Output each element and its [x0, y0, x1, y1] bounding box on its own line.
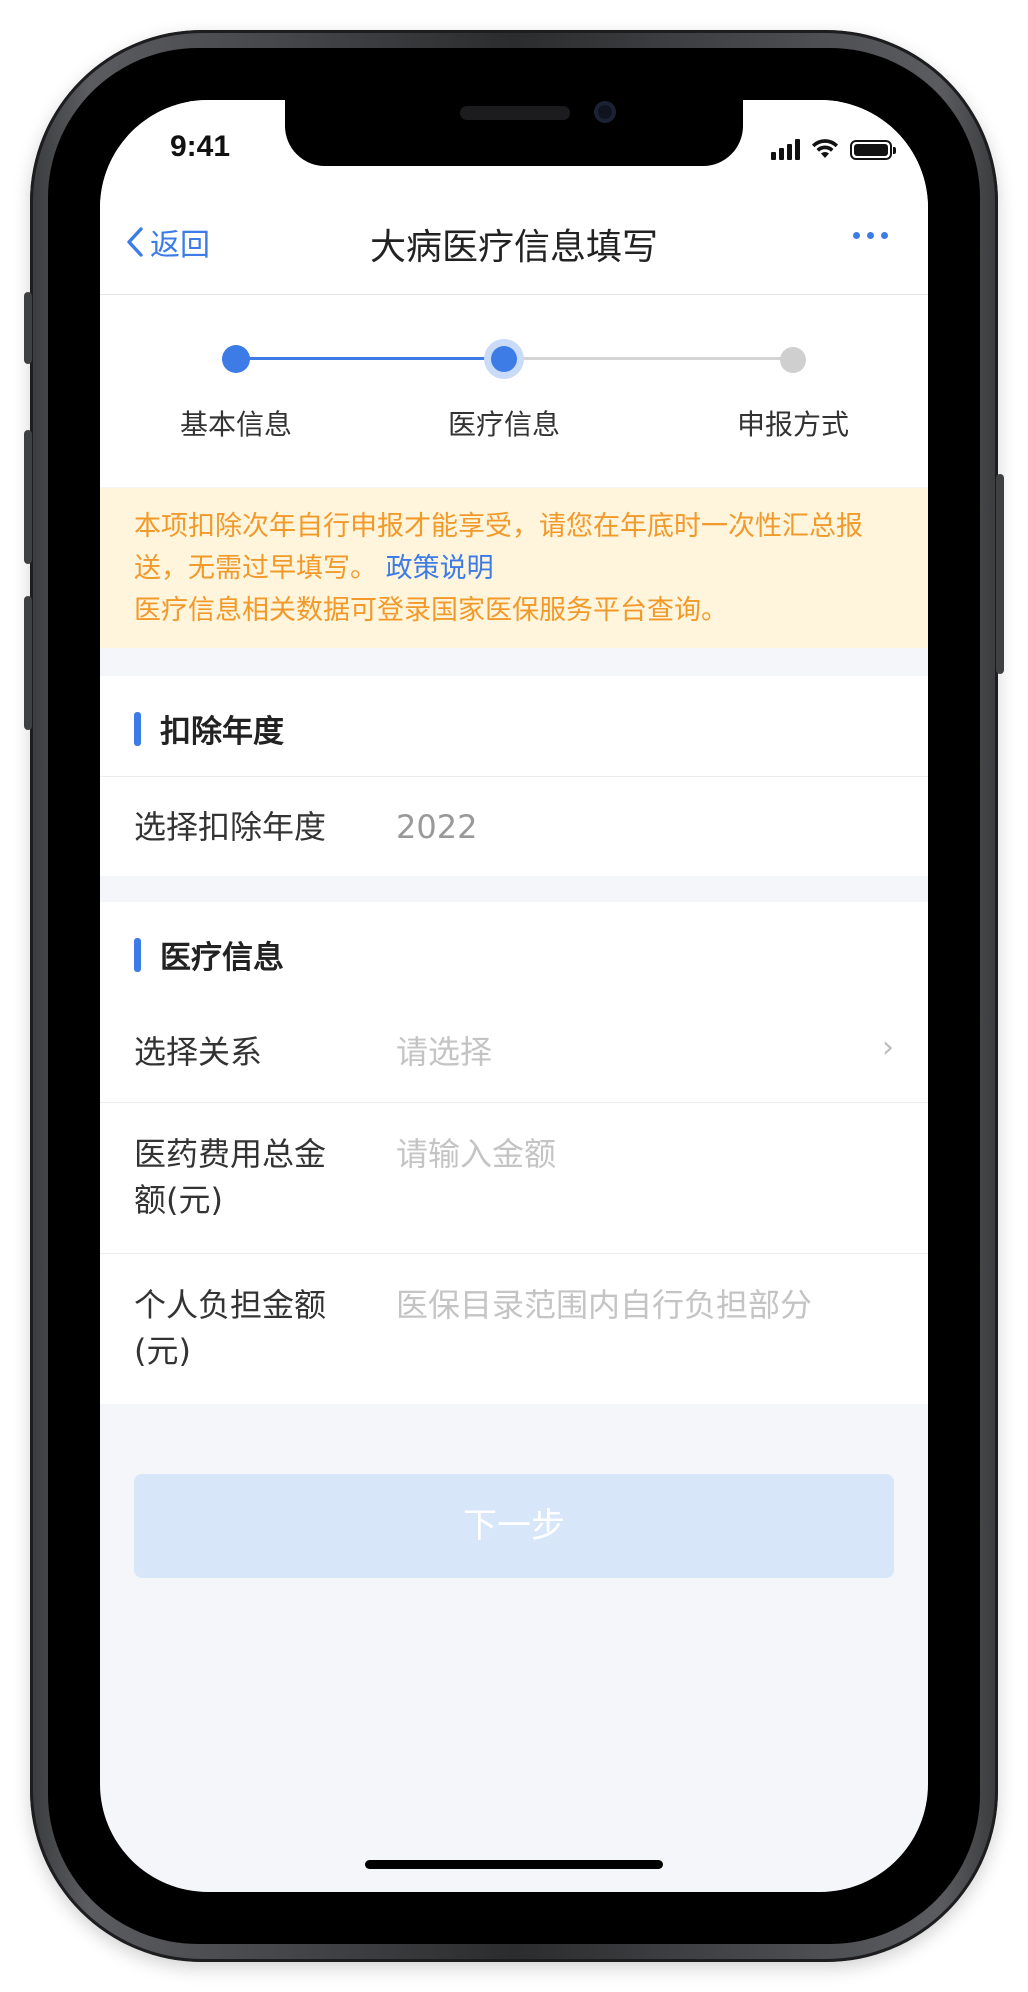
section-header: 扣除年度	[100, 676, 928, 777]
step-label-basic: 基本信息	[179, 408, 292, 441]
volume-down-button	[24, 596, 32, 730]
notice-banner: 本项扣除次年自行申报才能享受，请您在年底时一次性汇总报送，无需过早填写。 政策说…	[100, 488, 928, 648]
notice-text-2: 医疗信息相关数据可登录国家医保服务平台查询。	[134, 595, 728, 626]
personal-amount-row[interactable]: 个人负担金额(元) 医保目录范围内自行负担部分	[100, 1254, 928, 1404]
step-label-medical: 医疗信息	[447, 408, 560, 441]
total-amount-row[interactable]: 医药费用总金额(元) 请输入金额	[100, 1103, 928, 1254]
status-icons	[771, 138, 896, 160]
step-dot-basic	[222, 345, 250, 373]
section-title: 医疗信息	[160, 940, 284, 976]
section-header: 医疗信息	[100, 902, 928, 1002]
relation-select-row[interactable]: 选择关系 请选择 ›	[100, 1002, 928, 1103]
page-title: 大病医疗信息填写	[369, 227, 658, 268]
screen: 9:41 返回 大病医疗信息填写 基本信息 医疗信息 申报方式 本项扣除次年自行…	[100, 100, 928, 1892]
front-camera	[594, 101, 616, 123]
deduction-year-section: 扣除年度 选择扣除年度 2022	[100, 676, 928, 876]
signal-icon	[771, 138, 800, 160]
status-time: 9:41	[170, 130, 231, 163]
row-label: 选择关系	[134, 1033, 263, 1071]
policy-link[interactable]: 政策说明	[386, 553, 494, 584]
battery-icon	[850, 140, 896, 160]
medical-info-section: 医疗信息 选择关系 请选择 › 医药费用总金额(元) 请输入金额 个人负担金额(…	[100, 902, 928, 1404]
notice-text-1: 本项扣除次年自行申报才能享受，请您在年底时一次性汇总报送，无需过早填写。	[134, 511, 863, 584]
section-accent-bar	[134, 712, 141, 746]
row-label: 选择扣除年度	[134, 808, 327, 846]
home-indicator[interactable]	[365, 1860, 663, 1869]
step-label-declare: 申报方式	[736, 408, 849, 441]
speaker-grille	[460, 106, 570, 120]
row-label: 个人负担金额(元)	[134, 1286, 327, 1370]
nav-bar: 返回 大病医疗信息填写	[100, 192, 928, 295]
deduction-year-row[interactable]: 选择扣除年度 2022	[100, 777, 928, 877]
personal-amount-input[interactable]: 医保目录范围内自行负担部分	[396, 1282, 812, 1328]
progress-stepper: 基本信息 医疗信息 申报方式	[100, 295, 928, 487]
step-line-pending	[503, 357, 792, 360]
volume-up-button	[24, 430, 32, 564]
step-dot-medical-inner	[491, 346, 517, 372]
row-label: 医药费用总金额(元)	[134, 1135, 327, 1219]
chevron-right-icon: ›	[882, 1030, 894, 1065]
step-line-done	[236, 357, 503, 360]
notch	[285, 100, 743, 166]
deduction-year-value: 2022	[396, 808, 478, 846]
mute-switch	[24, 292, 32, 364]
relation-select[interactable]: 请选择	[396, 1029, 492, 1075]
more-icon[interactable]	[853, 232, 888, 239]
total-amount-input[interactable]: 请输入金额	[396, 1131, 556, 1177]
section-title: 扣除年度	[160, 714, 284, 750]
step-dot-declare	[780, 347, 806, 373]
section-accent-bar	[134, 938, 141, 972]
wifi-icon	[812, 139, 838, 158]
next-button[interactable]: 下一步	[134, 1474, 894, 1578]
power-button	[996, 474, 1004, 674]
